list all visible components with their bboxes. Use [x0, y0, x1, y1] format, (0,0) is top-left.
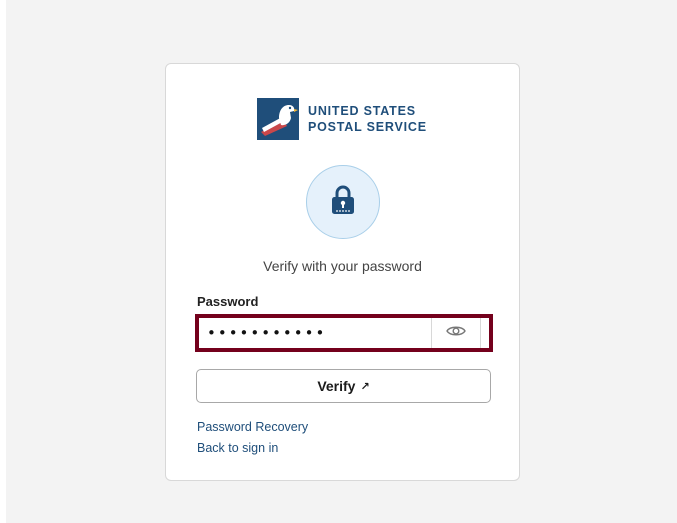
- page-subtitle: Verify with your password: [263, 258, 422, 274]
- back-to-sign-in-link[interactable]: Back to sign in: [197, 441, 278, 455]
- eye-icon: [446, 324, 466, 343]
- lock-icon: [331, 185, 355, 220]
- logo-line-1: UNITED STATES: [308, 104, 416, 118]
- usps-logo: UNITED STATES POSTAL SERVICE: [257, 98, 427, 140]
- verify-button[interactable]: Verify ↗: [196, 369, 491, 403]
- password-label: Password: [197, 294, 259, 309]
- login-card: UNITED STATES POSTAL SERVICE Verify with…: [165, 63, 520, 481]
- password-field-wrapper: [195, 314, 493, 352]
- password-input[interactable]: [199, 318, 431, 348]
- page-edge: [0, 0, 6, 523]
- password-recovery-link[interactable]: Password Recovery: [197, 420, 308, 434]
- arrow-up-right-icon: ↗: [360, 380, 370, 393]
- lock-badge: [306, 165, 380, 239]
- show-password-button[interactable]: [431, 318, 481, 348]
- verify-button-label: Verify: [317, 378, 356, 394]
- eagle-logo-icon: [257, 98, 299, 140]
- logo-text: UNITED STATES POSTAL SERVICE: [308, 103, 427, 135]
- logo-line-2: POSTAL SERVICE: [308, 120, 427, 134]
